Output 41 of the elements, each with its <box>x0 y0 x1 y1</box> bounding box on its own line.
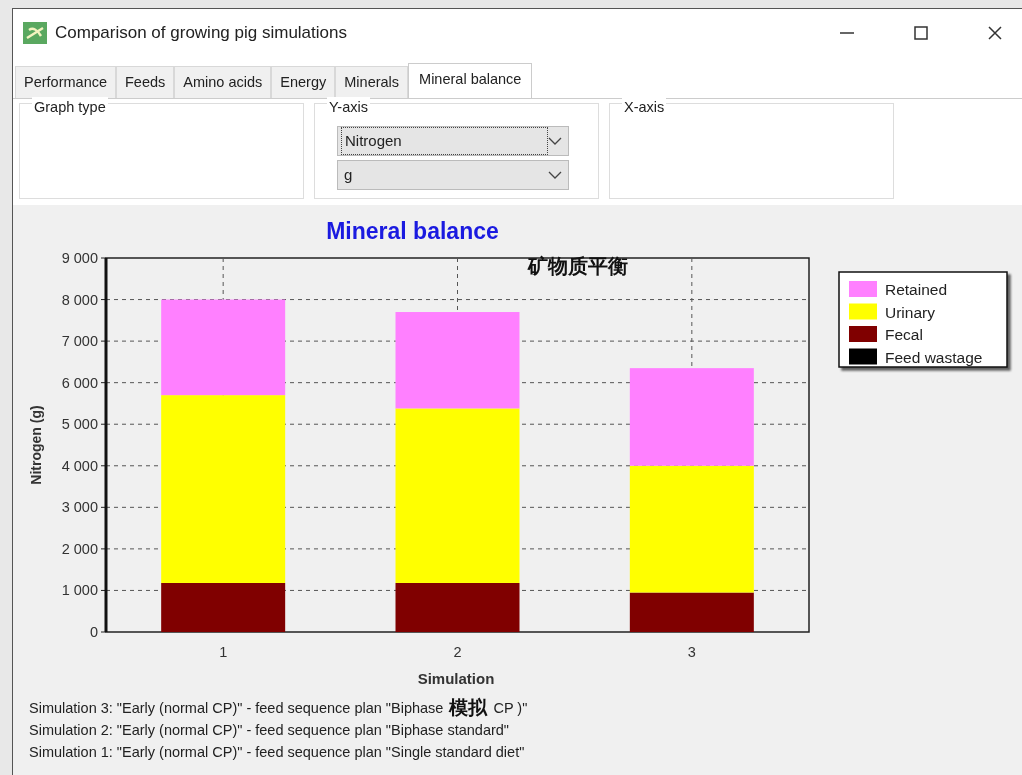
chevron-down-icon <box>548 170 562 179</box>
footnote-text: CP )" <box>493 698 528 718</box>
x-axis-label: Simulation <box>417 669 495 687</box>
tab[interactable]: Amino acids <box>174 66 272 98</box>
y-axis-label: Nitrogen (g) <box>28 405 44 485</box>
annotation-text: 模拟 <box>449 696 488 719</box>
window-title: Comparison of growing pig simulations <box>55 22 347 45</box>
dropdown[interactable]: g <box>337 159 569 190</box>
tab[interactable]: Minerals <box>335 66 409 98</box>
chevron-down-icon <box>548 136 562 145</box>
tab[interactable]: Performance <box>15 66 116 98</box>
legend-label: Retained <box>885 280 948 298</box>
y-tick-label: 6 000 <box>61 374 98 391</box>
legend-label: Fecal <box>885 325 923 343</box>
footnote-text: Simulation 2: "Early (normal CP)" - feed sequence plan "Biphase standard" <box>29 720 509 740</box>
tab[interactable]: Energy <box>271 66 336 98</box>
legend-label: Urinary <box>885 303 935 321</box>
y-tick-label: 2 000 <box>61 540 98 557</box>
y-tick-label: 9 000 <box>61 249 98 266</box>
footnote-text: Simulation 1: "Early (normal CP)" - feed sequence plan "Single standard diet" <box>29 742 525 762</box>
legend-label: Feed wastage <box>885 348 983 366</box>
minimize-icon <box>840 32 854 34</box>
y-tick-label: 0 <box>89 623 98 640</box>
y-tick-label: 1 000 <box>61 582 98 599</box>
chart-title: Mineral balance <box>326 217 499 244</box>
x-tick-label: 1 <box>219 643 228 660</box>
y-tick-label: 7 000 <box>61 332 98 349</box>
x-tick-label: 3 <box>687 643 696 660</box>
tab[interactable]: Mineral balance <box>408 63 533 98</box>
dropdown[interactable]: Nitrogen <box>337 125 569 156</box>
chart-annotation: 矿物质平衡 <box>528 254 628 277</box>
y-tick-label: 4 000 <box>61 457 98 474</box>
close-icon <box>987 25 1003 41</box>
y-tick-label: 5 000 <box>61 415 98 432</box>
app-icon <box>23 22 47 44</box>
maximize-icon <box>913 25 929 41</box>
footnote-text: Simulation 3: "Early (normal CP)" - feed sequence plan "Biphase <box>29 698 444 718</box>
tab[interactable]: Feeds <box>116 66 175 98</box>
x-tick-label: 2 <box>453 643 462 660</box>
y-tick-label: 3 000 <box>61 499 98 516</box>
y-tick-label: 8 000 <box>61 291 98 308</box>
